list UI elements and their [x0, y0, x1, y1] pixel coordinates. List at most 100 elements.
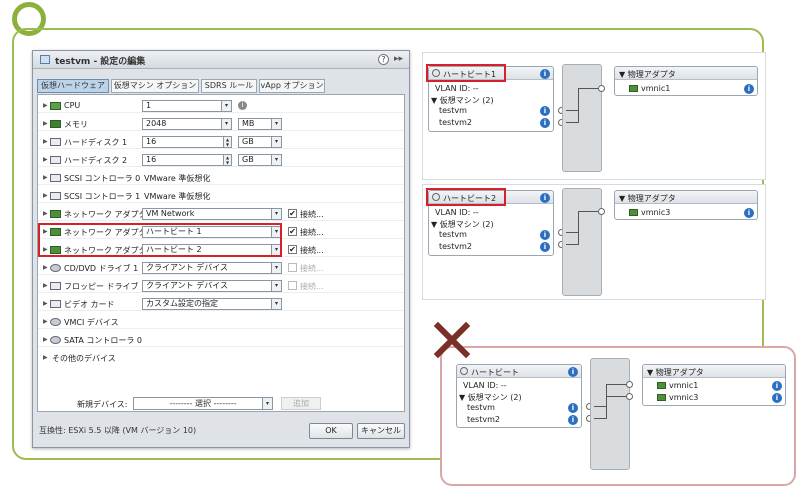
- disk-1-unit-select[interactable]: GB ▾: [238, 136, 282, 148]
- info-icon[interactable]: i: [540, 242, 550, 252]
- help-icon[interactable]: ?: [378, 54, 389, 65]
- dropdown-arrow-icon[interactable]: ▾: [262, 398, 272, 409]
- expand-arrow-icon[interactable]: ▶: [43, 174, 48, 181]
- row-disk-1[interactable]: ▶ ハードディスク 1 16 ▲ ▼ GB ▾: [38, 135, 404, 149]
- dropdown-arrow-icon[interactable]: ▾: [271, 263, 281, 273]
- memory-select[interactable]: 2048 ▾: [142, 118, 232, 130]
- disk-2-size-input[interactable]: 16 ▲ ▼: [142, 154, 232, 166]
- dropdown-arrow-icon[interactable]: ▾: [271, 299, 281, 309]
- dropdown-arrow-icon[interactable]: ▾: [271, 137, 281, 147]
- expand-arrow-icon[interactable]: ▶: [43, 192, 48, 199]
- row-cpu[interactable]: ▶ CPU 1 ▾ i: [38, 99, 404, 113]
- dropdown-arrow-icon[interactable]: ▾: [271, 209, 281, 219]
- memory-unit-select[interactable]: MB ▾: [238, 118, 282, 130]
- cancel-button[interactable]: キャンセル: [357, 423, 405, 439]
- expand-arrow-icon[interactable]: ▶: [43, 336, 48, 343]
- vm-group[interactable]: ▼ 仮想マシン (2): [431, 95, 494, 106]
- cd-dvd-select[interactable]: クライアント デバイス ▾: [142, 262, 282, 274]
- nic-name[interactable]: vmnic1: [641, 84, 670, 93]
- nic-name[interactable]: vmnic3: [669, 393, 698, 402]
- physical-adapters-combined[interactable]: ▼ 物理アダプタ vmnic1 i vmnic3 i: [642, 364, 786, 406]
- info-icon[interactable]: i: [744, 84, 754, 94]
- info-icon[interactable]: i: [238, 101, 247, 110]
- row-memory[interactable]: ▶ メモリ 2048 ▾ MB ▾: [38, 117, 404, 131]
- row-other-devices[interactable]: ▶ その他のデバイス: [38, 351, 404, 365]
- vm-group[interactable]: ▼ 仮想マシン (2): [459, 392, 522, 403]
- port-group-hb-combined[interactable]: ハートビート i VLAN ID: -- ▼ 仮想マシン (2) testvm …: [456, 364, 582, 428]
- nic-name[interactable]: vmnic3: [641, 208, 670, 217]
- floppy-select[interactable]: クライアント デバイス ▾: [142, 280, 282, 292]
- info-icon[interactable]: i: [744, 208, 754, 218]
- disk-2-unit-select[interactable]: GB ▾: [238, 154, 282, 166]
- new-device-label: 新規デバイス:: [77, 400, 128, 409]
- nic-name[interactable]: vmnic1: [669, 381, 698, 390]
- connect-checkbox[interactable]: ✔: [288, 227, 297, 236]
- tab-vm-options[interactable]: 仮想マシン オプション: [111, 79, 199, 93]
- row-sata-controller[interactable]: ▶ SATA コントローラ 0: [38, 333, 404, 347]
- expand-arrow-icon[interactable]: ▶: [43, 282, 48, 289]
- expand-arrow-icon[interactable]: ▶: [43, 300, 48, 307]
- vm-entry[interactable]: testvm2: [439, 118, 472, 127]
- tab-vapp-options[interactable]: vApp オプション: [259, 79, 325, 93]
- info-icon[interactable]: i: [540, 106, 550, 116]
- dropdown-arrow-icon[interactable]: ▾: [221, 101, 231, 111]
- info-icon[interactable]: i: [772, 381, 782, 391]
- expand-arrow-icon[interactable]: ▶: [43, 156, 48, 163]
- expand-arrow-icon[interactable]: ▶: [43, 210, 48, 217]
- vm-entry[interactable]: testvm: [439, 230, 467, 239]
- vm-entry[interactable]: testvm: [439, 106, 467, 115]
- dropdown-arrow-icon[interactable]: ▾: [271, 281, 281, 291]
- ok-button[interactable]: OK: [309, 423, 353, 439]
- info-icon[interactable]: i: [540, 69, 550, 79]
- new-device-select[interactable]: -------- 選択 -------- ▾: [133, 397, 273, 410]
- floppy-label: フロッピー ドライブ 1: [64, 282, 147, 291]
- expand-arrow-icon[interactable]: ▶: [43, 318, 48, 325]
- info-icon[interactable]: i: [568, 403, 578, 413]
- expand-arrow-icon[interactable]: ▶: [43, 138, 48, 145]
- row-cd-dvd-drive[interactable]: ▶ CD/DVD ドライブ 1 クライアント デバイス ▾ 接続...: [38, 261, 404, 275]
- row-network-adapter-1[interactable]: ▶ ネットワーク アダプタ 1 VM Network ▾ ✔ 接続...: [38, 207, 404, 221]
- expand-arrow-icon[interactable]: ▶: [43, 264, 48, 271]
- expand-icon[interactable]: ▸▸: [394, 54, 403, 64]
- dropdown-arrow-icon[interactable]: ▾: [221, 119, 231, 129]
- video-card-icon: [50, 300, 61, 308]
- dropdown-arrow-icon[interactable]: ▾: [271, 119, 281, 129]
- tab-virtual-hardware[interactable]: 仮想ハードウェア: [37, 79, 109, 93]
- add-button[interactable]: 追加: [281, 397, 321, 410]
- dropdown-arrow-icon[interactable]: ▾: [271, 155, 281, 165]
- spinner-icon[interactable]: ▲ ▼: [223, 137, 231, 147]
- physical-adapters-hb2[interactable]: ▼ 物理アダプタ vmnic3 i: [614, 190, 758, 220]
- vm-entry[interactable]: testvm2: [439, 242, 472, 251]
- row-vmci-device[interactable]: ▶ VMCI デバイス: [38, 315, 404, 329]
- physical-adapters-hb1[interactable]: ▼ 物理アダプタ vmnic1 i: [614, 66, 758, 96]
- tab-sdrs-rules[interactable]: SDRS ルール: [201, 79, 257, 93]
- row-video-card[interactable]: ▶ ビデオ カード カスタム設定の指定 ▾: [38, 297, 404, 311]
- video-card-select[interactable]: カスタム設定の指定 ▾: [142, 298, 282, 310]
- row-floppy-drive[interactable]: ▶ フロッピー ドライブ 1 クライアント デバイス ▾ 接続...: [38, 279, 404, 293]
- info-icon[interactable]: i: [568, 415, 578, 425]
- disk-1-size-input[interactable]: 16 ▲ ▼: [142, 136, 232, 148]
- vm-group[interactable]: ▼ 仮想マシン (2): [431, 219, 494, 230]
- info-icon[interactable]: i: [540, 230, 550, 240]
- expand-arrow-icon[interactable]: ▶: [43, 354, 48, 361]
- expand-arrow-icon[interactable]: ▶: [43, 120, 48, 127]
- info-icon[interactable]: i: [540, 193, 550, 203]
- expand-arrow-icon[interactable]: ▶: [43, 102, 48, 109]
- cpu-select[interactable]: 1 ▾: [142, 100, 232, 112]
- connect-checkbox[interactable]: ✔: [288, 209, 297, 218]
- spinner-icon[interactable]: ▲ ▼: [223, 155, 231, 165]
- connect-checkbox[interactable]: ✔: [288, 245, 297, 254]
- physical-adapters-title: ▼ 物理アダプタ: [647, 368, 704, 377]
- cpu-label: CPU: [64, 101, 81, 110]
- network-adapter-1-select[interactable]: VM Network ▾: [142, 208, 282, 220]
- info-icon[interactable]: i: [772, 393, 782, 403]
- vm-entry[interactable]: testvm2: [467, 415, 500, 424]
- info-icon[interactable]: i: [568, 367, 578, 377]
- info-icon[interactable]: i: [540, 118, 550, 128]
- row-scsi-1[interactable]: ▶ SCSI コントローラ 1 VMware 準仮想化: [38, 189, 404, 203]
- vm-entry[interactable]: testvm: [467, 403, 495, 412]
- hard-disk-icon: [50, 138, 61, 146]
- uplink-port: [598, 208, 605, 215]
- row-scsi-0[interactable]: ▶ SCSI コントローラ 0 VMware 準仮想化: [38, 171, 404, 185]
- row-disk-2[interactable]: ▶ ハードディスク 2 16 ▲ ▼ GB ▾: [38, 153, 404, 167]
